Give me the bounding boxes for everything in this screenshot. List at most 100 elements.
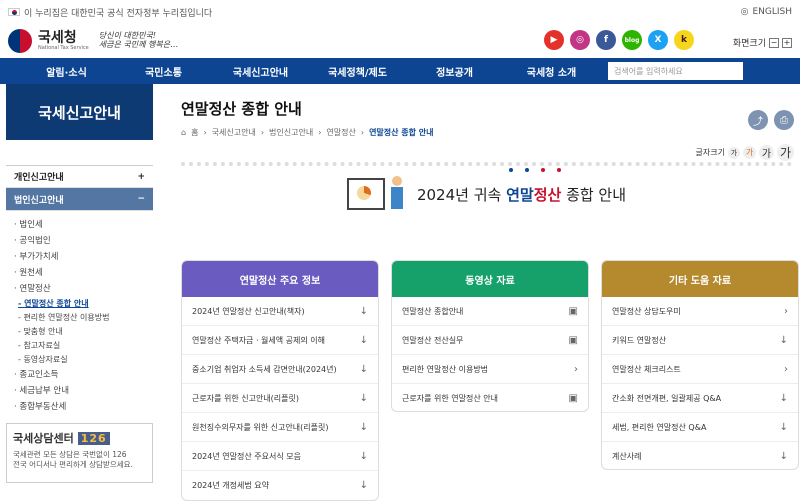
card-row[interactable]: 연말정산 전산실무 ▣	[392, 326, 588, 355]
lnb-item-corporate-tax[interactable]: · 법인세	[14, 217, 153, 233]
breadcrumb-tax-filing[interactable]: 국세신고안내	[212, 127, 256, 138]
card-video: 동영상 자료 연말정산 종합안내 ▣ 연말정산 전산실무 ▣ 편리한 연말정산 이용…	[391, 260, 589, 412]
video-icon: ▣	[568, 334, 578, 346]
lnb-item-year-end[interactable]: · 연말정산	[14, 281, 153, 297]
chevron-right-icon: ›	[574, 363, 578, 375]
card-row[interactable]: 2024년 연말정산 신고안내(책자) ↓	[182, 297, 378, 326]
gov-notice-text: 이 누리집은 대한민국 공식 전자정부 누리집입니다	[24, 8, 213, 19]
home-icon[interactable]: ⌂	[181, 128, 186, 137]
card-main-info: 연말정산 주요 정보 2024년 연말정산 신고안내(책자) ↓ 연말정산 주택자…	[181, 260, 379, 501]
card-row[interactable]: 연말정산 종합안내 ▣	[392, 297, 588, 326]
card-header: 동영상 자료	[392, 261, 588, 297]
card-row[interactable]: 근로자를 위한 연말정산 안내 ▣	[392, 384, 588, 411]
expand-icon: +	[137, 171, 145, 182]
site-logo[interactable]: 국세청 National Tax Service	[8, 29, 89, 53]
banner-heading: 2024년 귀속 연말정산 종합 안내	[416, 185, 627, 204]
search-input[interactable]: 검색어를 입력하세요	[608, 62, 743, 80]
download-icon: ↓	[779, 392, 788, 404]
card-row[interactable]: 계산사례 ↓	[602, 442, 798, 469]
card-row[interactable]: 세법, 편리한 연말정산 Q&A ↓	[602, 413, 798, 442]
gnb-item-tax-filing[interactable]: 국세신고안내	[212, 64, 309, 79]
lnb-item-property-tax[interactable]: · 종합부동산세	[14, 399, 153, 415]
text-size-label: 글자크기	[695, 148, 725, 157]
lnb-item-public-corp[interactable]: · 공익법인	[14, 233, 153, 249]
lnb-subitem-overview[interactable]: - 연말정산 종합 안내	[14, 297, 153, 311]
kakao-icon[interactable]: k	[674, 30, 694, 50]
print-icon[interactable]: ⎙	[774, 110, 794, 130]
lnb-subitem-custom[interactable]: - 맞춤형 안내	[14, 325, 153, 339]
download-icon: ↓	[779, 451, 788, 462]
lnb-item-payment[interactable]: · 세금납부 안내	[14, 383, 153, 399]
lnb-subitem-video[interactable]: - 동영상자료실	[14, 353, 153, 367]
screen-size-control: 화면크기 − +	[733, 36, 792, 49]
card-row[interactable]: 2024년 연말정산 주요서식 모음 ↓	[182, 442, 378, 471]
page-title: 연말정산 종합 안내	[181, 100, 302, 118]
nts-emblem-icon	[8, 29, 32, 53]
download-icon: ↓	[359, 450, 368, 462]
text-size-1[interactable]: 가	[728, 146, 740, 159]
card-row[interactable]: 키워드 연말정산 ↓	[602, 326, 798, 355]
left-nav: 국세신고안내 개인신고안내 + 법인신고안내 − · 법인세 · 공익법인 · …	[6, 84, 153, 503]
x-twitter-icon[interactable]: X	[648, 30, 668, 50]
download-icon: ↓	[359, 392, 368, 404]
info-cards: 연말정산 주요 정보 2024년 연말정산 신고안내(책자) ↓ 연말정산 주택자…	[181, 260, 800, 501]
breadcrumb-year-end[interactable]: 연말정산	[326, 127, 355, 138]
text-size-4[interactable]: 가	[777, 144, 794, 161]
instagram-icon[interactable]: ◎	[570, 30, 590, 50]
lnb-subitem-howto[interactable]: - 편리한 연말정산 이용방법	[14, 311, 153, 325]
card-row[interactable]: 연말정산 주택자금 · 월세액 공제의 이해 ↓	[182, 326, 378, 355]
text-size-control: 글자크기 가 가 가 가	[696, 144, 794, 161]
lnb-item-vat[interactable]: · 부가가치세	[14, 249, 153, 265]
video-icon: ▣	[568, 393, 578, 404]
share-icon[interactable]: ⤴	[748, 110, 768, 130]
card-row[interactable]: 편리한 연말정산 이용방법 ›	[392, 355, 588, 384]
zoom-in-button[interactable]: +	[782, 37, 792, 48]
card-row[interactable]: 연말정산 체크리스트 ›	[602, 355, 798, 384]
gnb-item-news[interactable]: 알림·소식	[18, 64, 115, 79]
download-icon: ↓	[359, 421, 368, 433]
card-row[interactable]: 간소화 전면개편, 일괄제공 Q&A ↓	[602, 384, 798, 413]
sns-links: ▶ ◎ f blog X k	[544, 30, 694, 50]
presenter-illustration-icon	[389, 176, 405, 212]
language-link[interactable]: ◎ ENGLISH	[741, 7, 792, 17]
card-row[interactable]: 근로자를 위한 신고안내(리플릿) ↓	[182, 384, 378, 413]
download-icon: ↓	[359, 334, 368, 346]
main-area: 국세신고안내 개인신고안내 + 법인신고안내 − · 법인세 · 공익법인 · …	[0, 84, 800, 503]
breadcrumb-corporate[interactable]: 법인신고안내	[269, 127, 313, 138]
card-row[interactable]: 중소기업 취업자 소득세 감면안내(2024년) ↓	[182, 355, 378, 384]
card-header: 연말정산 주요 정보	[182, 261, 378, 297]
facebook-icon[interactable]: f	[596, 30, 616, 50]
presentation-board-icon	[346, 178, 385, 210]
text-size-3[interactable]: 가	[759, 145, 774, 160]
gnb-item-policy[interactable]: 국세정책/제도	[309, 64, 406, 79]
youtube-icon[interactable]: ▶	[544, 30, 564, 50]
language-label[interactable]: ENGLISH	[752, 7, 792, 17]
logo-text: 국세청	[38, 30, 77, 46]
card-row[interactable]: 원천징수의무자를 위한 신고안내(리플릿) ↓	[182, 413, 378, 442]
gnb-item-about[interactable]: 국세청 소개	[503, 64, 600, 79]
card-row[interactable]: 2024년 개정세법 요약 ↓	[182, 471, 378, 500]
card-row[interactable]: 연말정산 상담도우미 ›	[602, 297, 798, 326]
lnb-subitem-reference[interactable]: - 참고자료실	[14, 339, 153, 353]
lnb-title: 국세신고안내	[6, 84, 153, 140]
korea-flag-icon	[8, 8, 20, 16]
download-icon: ↓	[359, 480, 368, 491]
breadcrumb-home[interactable]: 홈	[191, 127, 198, 138]
text-size-2[interactable]: 가	[743, 146, 756, 159]
lnb-section-personal[interactable]: 개인신고안내 +	[6, 165, 153, 188]
zoom-out-button[interactable]: −	[769, 37, 779, 48]
lnb-section-corporate[interactable]: 법인신고안내 −	[6, 188, 153, 211]
blog-icon[interactable]: blog	[622, 30, 642, 50]
lnb-item-religious[interactable]: · 종교인소득	[14, 367, 153, 383]
consult-number: 126	[77, 431, 110, 445]
lnb-menu: · 법인세 · 공익법인 · 부가가치세 · 원천세 · 연말정산 - 연말정산…	[6, 211, 153, 415]
card-other-help: 기타 도움 자료 연말정산 상담도우미 › 키워드 연말정산 ↓ 연말정산 체크리스…	[601, 260, 799, 470]
year-end-banner: 2024년 귀속 연말정산 종합 안내	[181, 162, 792, 222]
download-icon: ↓	[779, 334, 788, 346]
consult-center-box[interactable]: 국세상담센터 126 국세관련 모든 상담은 국번없이 126 전국 어디서나 …	[6, 423, 153, 483]
content-area: 연말정산 종합 안내 ⌂ 홈 › 국세신고안내 › 법인신고안내 › 연말정산 › 연말…	[153, 84, 800, 503]
gnb-item-communication[interactable]: 국민소통	[115, 64, 212, 79]
lnb-item-withholding[interactable]: · 원천세	[14, 265, 153, 281]
gnb-item-disclosure[interactable]: 정보공개	[406, 64, 503, 79]
card-header: 기타 도움 자료	[602, 261, 798, 297]
